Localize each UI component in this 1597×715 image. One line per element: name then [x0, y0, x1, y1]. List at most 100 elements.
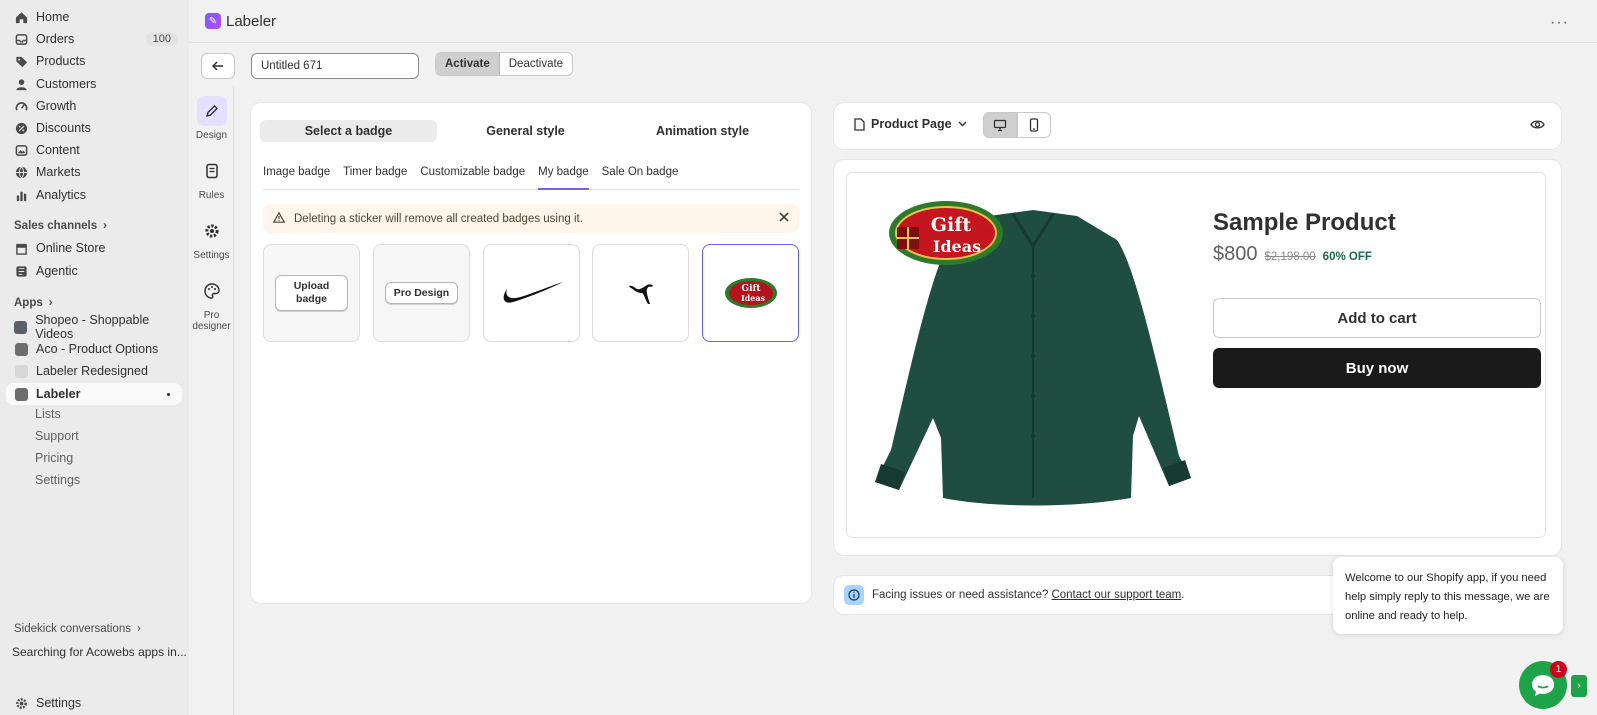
tab-animation-style[interactable]: Animation style — [614, 120, 791, 142]
active-dot — [167, 392, 170, 396]
sidebar-item-orders[interactable]: Orders 100 — [6, 28, 182, 50]
pencil-icon — [196, 96, 227, 126]
eye-icon[interactable] — [1530, 118, 1545, 133]
sidekick-label: Sidekick conversations — [14, 623, 131, 635]
sidebar-item-label: Shopeo - Shoppable Videos — [35, 313, 150, 341]
tool-rail: Design Rules Settings Pro designer — [189, 86, 234, 715]
chat-unread-count: 1 — [1550, 661, 1567, 678]
sidebar-app-shopeo[interactable]: Shopeo - Shoppable Videos — [6, 313, 182, 341]
close-icon[interactable] — [778, 211, 790, 226]
badge-tile-puma[interactable] — [592, 244, 689, 342]
sidebar-item-discounts[interactable]: Discounts — [6, 117, 182, 139]
aco-app-icon — [14, 342, 28, 356]
badge-editor-card: Select a badge General style Animation s… — [251, 103, 811, 603]
upload-badge-button[interactable]: Upload badge — [275, 275, 348, 311]
sidebar-item-label: Agentic — [36, 264, 78, 278]
discount-label: 60% OFF — [1322, 251, 1372, 263]
sidebar-sub-settings[interactable]: Settings — [35, 473, 80, 487]
sidebar-item-home[interactable]: Home — [6, 6, 182, 28]
sidebar-sub-lists[interactable]: Lists — [35, 407, 61, 421]
rail-pro-designer[interactable]: Pro designer — [189, 276, 234, 332]
subtab-timer-badge[interactable]: Timer badge — [343, 157, 407, 189]
add-to-cart-button[interactable]: Add to cart — [1213, 298, 1541, 338]
sidebar-item-agentic[interactable]: Agentic — [6, 260, 182, 282]
pro-design-tile[interactable]: Pro Design — [373, 244, 470, 342]
gauge-icon — [14, 99, 28, 113]
chart-icon — [14, 188, 28, 202]
deactivate-button[interactable]: Deactivate — [500, 53, 572, 75]
rail-label: Design — [195, 130, 228, 141]
upload-badge-tile[interactable]: Upload badge — [263, 244, 360, 342]
rail-label: Settings — [193, 250, 230, 261]
badge-text-ideas: Ideas — [740, 293, 765, 303]
home-icon — [14, 10, 28, 24]
preview-toolbar: Product Page — [834, 103, 1561, 149]
sidebar-item-settings[interactable]: Settings — [6, 692, 182, 714]
tab-select-badge[interactable]: Select a badge — [260, 120, 437, 142]
sidebar-app-labeler[interactable]: Labeler — [6, 383, 182, 405]
sidebar-item-markets[interactable]: Markets — [6, 161, 182, 183]
discount-icon — [14, 121, 28, 135]
back-button[interactable] — [201, 53, 235, 79]
sidebar-app-labeler-redesigned[interactable]: Labeler Redesigned — [6, 360, 182, 382]
activate-button[interactable]: Activate — [436, 53, 500, 75]
sidebar-item-online-store[interactable]: Online Store — [6, 237, 182, 259]
editor-tabs: Select a badge General style Animation s… — [260, 120, 791, 142]
subtab-my-badge[interactable]: My badge — [538, 157, 589, 190]
badge-tile-gift-ideas[interactable]: Gift Ideas — [702, 244, 799, 342]
product-preview-card: Gift Ideas Sample Product $800 $2,198.00… — [834, 160, 1561, 555]
help-suffix: . — [1181, 589, 1185, 601]
sidekick-conversation-item[interactable]: Searching for Acowebs apps in... — [12, 645, 187, 659]
desktop-view-button[interactable] — [983, 112, 1017, 138]
subtab-sale-on-badge[interactable]: Sale On badge — [602, 157, 679, 189]
sidebar-item-label: Settings — [36, 696, 82, 710]
sidebar-item-label: Customers — [36, 77, 97, 91]
sales-channels-label: Sales channels — [14, 220, 98, 232]
badge-name-input[interactable] — [251, 53, 419, 79]
subtab-image-badge[interactable]: Image badge — [263, 157, 330, 189]
pro-design-button[interactable]: Pro Design — [384, 282, 459, 304]
sidekick-heading[interactable]: Sidekick conversations › — [14, 623, 141, 635]
tab-general-style[interactable]: General style — [437, 120, 614, 142]
page-icon — [854, 117, 865, 131]
sidebar-item-products[interactable]: Products — [6, 50, 182, 72]
chevron-down-icon — [958, 121, 967, 127]
rail-rules[interactable]: Rules — [189, 156, 234, 201]
buy-now-button[interactable]: Buy now — [1213, 348, 1541, 388]
agentic-icon — [14, 264, 28, 278]
apps-label: Apps — [14, 297, 43, 309]
activation-toggle: Activate Deactivate — [435, 52, 574, 76]
product-preview-frame: Gift Ideas Sample Product $800 $2,198.00… — [846, 172, 1546, 538]
sidebar-item-analytics[interactable]: Analytics — [6, 184, 182, 206]
rail-design[interactable]: Design — [189, 96, 234, 141]
mobile-view-button[interactable] — [1017, 112, 1051, 138]
sidebar-item-growth[interactable]: Growth — [6, 95, 182, 117]
apps-heading[interactable]: Apps › — [14, 297, 53, 309]
sidebar-item-customers[interactable]: Customers — [6, 73, 182, 95]
chevron-right-icon: › — [48, 297, 53, 309]
sidebar-item-label: Orders — [36, 32, 75, 46]
sidebar-item-label: Analytics — [36, 188, 87, 202]
sales-channels-heading[interactable]: Sales channels › — [14, 220, 107, 232]
app-title: Labeler — [226, 12, 277, 30]
sidebar-item-label: Markets — [36, 165, 81, 179]
chat-welcome-bubble[interactable]: Welcome to our Shopify app, if you need … — [1333, 557, 1563, 634]
scroll-icon — [197, 156, 227, 186]
rail-label: Rules — [198, 190, 225, 201]
subtab-customizable-badge[interactable]: Customizable badge — [420, 157, 525, 189]
page-type-select[interactable]: Product Page — [854, 117, 967, 131]
warning-banner: Deleting a sticker will remove all creat… — [263, 204, 799, 233]
mobile-icon — [1029, 118, 1039, 132]
sidebar-sub-pricing[interactable]: Pricing — [35, 451, 73, 465]
arrow-left-icon — [212, 61, 223, 71]
sidebar-item-label: Home — [36, 10, 70, 24]
sidebar-app-aco[interactable]: Aco - Product Options — [6, 338, 182, 360]
chat-expand-toggle[interactable]: › — [1571, 675, 1587, 697]
rail-label: Pro designer — [192, 310, 231, 332]
contact-support-link[interactable]: Contact our support team — [1051, 589, 1181, 601]
badge-tile-nike[interactable] — [483, 244, 580, 342]
sidebar-sub-support[interactable]: Support — [35, 429, 79, 443]
sidebar-item-content[interactable]: Content — [6, 139, 182, 161]
more-options-icon[interactable]: ··· — [1550, 14, 1569, 32]
rail-settings[interactable]: Settings — [189, 216, 234, 261]
